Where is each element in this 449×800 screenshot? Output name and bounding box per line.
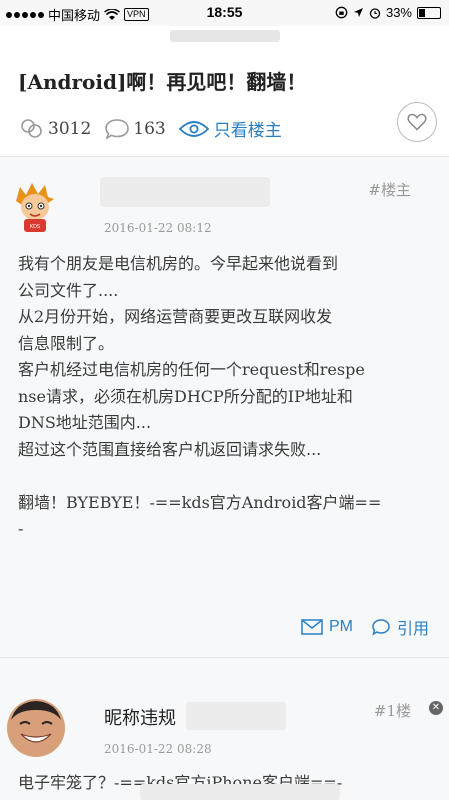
post-actions: PM 引用 — [301, 615, 429, 639]
content-redacted — [140, 784, 340, 800]
username-redacted — [186, 702, 286, 730]
avatar[interactable]: KDS — [12, 181, 58, 233]
quote-label: 引用 — [396, 621, 429, 638]
mail-icon — [301, 619, 323, 635]
post-date: 2016-01-22 08:28 — [104, 742, 212, 756]
views-count: 3012 — [48, 118, 92, 139]
post-line: 翻墙！BYEBYE！-==kds官方Android客户端== — [18, 492, 382, 512]
battery-icon — [417, 6, 441, 19]
comment-icon — [105, 118, 130, 140]
heart-icon — [407, 113, 427, 131]
only-owner-button[interactable]: 只看楼主 — [178, 116, 282, 141]
post-floor-1: 昵称违规 #1楼 ✕ 2016-01-22 08:28 电子牢笼了？-==kds… — [0, 658, 449, 800]
nickname: 昵称违规 — [104, 708, 176, 729]
post-line: 客户机经过电信机房的任何一个request和respe — [18, 360, 365, 379]
post-line: DNS地址范围内... — [18, 413, 152, 432]
location-icon — [353, 8, 363, 17]
eye-icon — [178, 120, 209, 137]
post-line: 公司文件了.... — [18, 280, 119, 300]
post-line: 我有个朋友是电信机房的。今早起来他说看到 — [18, 254, 339, 273]
only-owner-label: 只看楼主 — [213, 121, 282, 141]
floor-label: #楼主 — [368, 181, 411, 199]
thread-stats: 3012 163 只看楼主 — [18, 116, 282, 141]
post-date: 2016-01-22 08:12 — [104, 221, 212, 235]
username-redacted — [100, 177, 270, 207]
thread-title: [Android]啊！再见吧！翻墙！ — [18, 70, 307, 94]
avatar[interactable] — [6, 698, 66, 758]
replies-count: 163 — [133, 118, 166, 139]
rotation-lock-icon — [335, 6, 348, 19]
pm-label: PM — [328, 618, 353, 635]
svg-text:KDS: KDS — [30, 224, 41, 230]
quote-button[interactable]: 引用 — [371, 615, 429, 639]
pm-button[interactable]: PM — [301, 618, 353, 636]
status-bar: 中国移动 VPN 18:55 33% — [0, 0, 449, 26]
views-icon — [21, 118, 42, 138]
floor-label: #1楼 — [373, 702, 411, 720]
post-line: nse请求，必须在机房DHCP所分配的IP地址和 — [18, 386, 353, 406]
alarm-icon — [369, 7, 381, 19]
quote-bubble-icon — [372, 619, 390, 636]
thread-header: [Android]啊！再见吧！翻墙！ 3012 163 只看楼主 — [0, 44, 449, 156]
post-line — [18, 463, 433, 490]
close-icon[interactable]: ✕ — [429, 701, 443, 715]
post-owner: KDS #楼主 2016-01-22 08:12 我有个朋友是电信机房的。今早起… — [0, 157, 449, 657]
post-line: - — [18, 519, 24, 538]
post-line: 超过这个范围直接给客户机返回请求失败... — [18, 439, 322, 459]
post-content: 我有个朋友是电信机房的。今早起来他说看到 公司文件了.... 从2月份开始，网络… — [18, 251, 433, 543]
favorite-button[interactable] — [397, 102, 437, 142]
battery-percent: 33% — [385, 5, 412, 20]
post-line: 信息限制了。 — [18, 333, 115, 353]
post-line: 从2月份开始，网络运营商要更改互联网收发 — [18, 307, 333, 326]
nav-title-redacted — [170, 30, 280, 42]
